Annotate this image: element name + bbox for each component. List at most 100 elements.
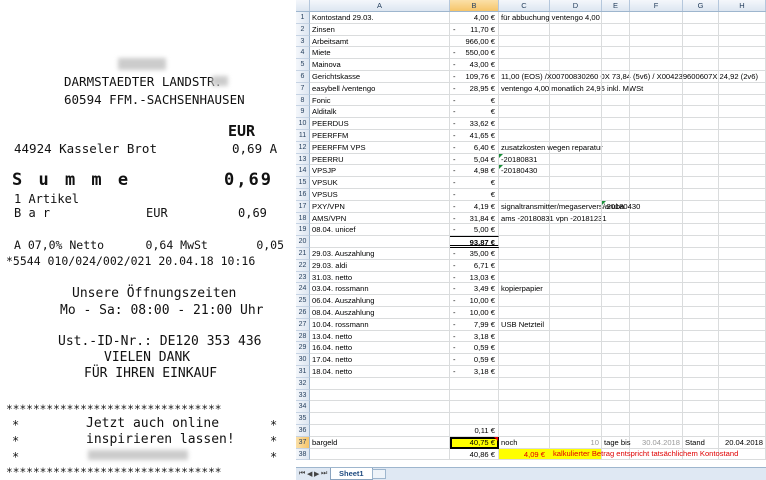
cell-f[interactable] — [630, 12, 683, 24]
cell-g[interactable] — [683, 82, 719, 95]
cell-e[interactable] — [602, 12, 630, 24]
cell-f[interactable] — [630, 425, 683, 437]
cell-g[interactable] — [683, 377, 719, 390]
row-header[interactable]: 15 — [296, 177, 310, 189]
cell-c[interactable] — [499, 342, 550, 355]
cell-b[interactable]: - 6,71 € — [450, 259, 499, 272]
cell-b[interactable]: - 10,00 € — [450, 307, 499, 319]
cell-h[interactable] — [719, 189, 766, 201]
cell-a[interactable]: VPSJP — [310, 165, 450, 178]
cell-b[interactable]: - 28,95 € — [450, 82, 499, 95]
cell-c[interactable]: -20180831 — [499, 153, 550, 166]
cell-c[interactable] — [499, 413, 550, 425]
cell-d[interactable] — [550, 366, 602, 378]
cell-e[interactable]: tage bis — [602, 436, 631, 449]
prev-sheet-icon[interactable]: ◀ — [307, 470, 312, 478]
cell-c[interactable] — [499, 295, 550, 307]
cell-f[interactable] — [630, 283, 683, 296]
cell-h[interactable] — [719, 82, 766, 95]
cell-h[interactable] — [719, 94, 766, 107]
cell-f[interactable] — [630, 177, 683, 189]
cell-e[interactable] — [602, 212, 630, 225]
row-header[interactable]: 17 — [296, 200, 310, 213]
cell-e[interactable] — [602, 165, 630, 178]
cell-d[interactable] — [550, 295, 602, 307]
cell-b[interactable]: - 3,18 € — [450, 366, 499, 378]
cell-f[interactable] — [630, 224, 683, 237]
cell-b[interactable]: - 6,40 € — [450, 141, 499, 154]
cell-h[interactable] — [719, 354, 766, 366]
cell-a[interactable] — [310, 448, 450, 461]
cell-b[interactable]: 966,00 € — [450, 35, 499, 48]
first-sheet-icon[interactable]: ⏮ — [299, 470, 305, 478]
cell-a[interactable]: 03.04. rossmann — [310, 283, 450, 296]
cell-b[interactable]: - € — [450, 94, 499, 107]
cell-g[interactable] — [683, 283, 719, 296]
cell-g[interactable] — [683, 200, 719, 213]
cell-d[interactable] — [550, 118, 602, 130]
last-sheet-icon[interactable]: ⏭ — [321, 470, 327, 478]
cell-h[interactable] — [719, 259, 766, 272]
cell-c[interactable] — [499, 307, 550, 319]
cell-b[interactable]: - 41,65 € — [450, 130, 499, 142]
cell-g[interactable] — [683, 248, 719, 260]
cell-g[interactable] — [683, 401, 719, 414]
cell-c[interactable]: noch — [499, 436, 550, 449]
cell-b[interactable]: - 11,70 € — [450, 23, 499, 36]
cell-b[interactable] — [450, 413, 499, 425]
cell-b[interactable]: - 43,00 € — [450, 59, 499, 71]
cell-c[interactable]: signaltransmitter/megaservers/aruba — [499, 200, 624, 213]
cell-d[interactable] — [550, 47, 602, 60]
cell-h[interactable] — [719, 283, 766, 296]
cell-g[interactable] — [683, 425, 719, 437]
cell-d[interactable] — [550, 318, 602, 331]
cell-f[interactable] — [630, 248, 683, 260]
cell-b[interactable]: - € — [450, 177, 499, 189]
cell-g[interactable] — [683, 236, 719, 248]
cell-h[interactable] — [719, 236, 766, 248]
cell-d[interactable] — [550, 377, 602, 390]
cell-b[interactable]: - € — [450, 106, 499, 119]
column-header-c[interactable]: C — [499, 0, 550, 11]
cell-a[interactable]: 29.03. aldi — [310, 259, 450, 272]
cell-h[interactable] — [719, 106, 766, 119]
cell-e[interactable] — [602, 354, 630, 366]
cell-a[interactable]: Zinsen — [310, 23, 450, 36]
cell-a[interactable]: PEERDUS — [310, 118, 450, 130]
cell-g[interactable] — [683, 224, 719, 237]
cell-c[interactable] — [499, 377, 550, 390]
cell-g[interactable] — [683, 366, 719, 378]
cell-c[interactable] — [499, 236, 550, 248]
cell-b[interactable]: -550,00 € — [450, 47, 499, 60]
column-header-a[interactable]: A — [310, 0, 450, 11]
cell-d[interactable] — [550, 425, 602, 437]
cell-g[interactable] — [683, 413, 719, 425]
cell-f[interactable] — [630, 271, 683, 284]
cell-g[interactable] — [683, 118, 719, 130]
cell-f[interactable]: 30.04.2018 — [630, 436, 683, 449]
cell-h[interactable] — [719, 389, 766, 402]
row-header[interactable]: 3 — [296, 35, 310, 48]
cell-e[interactable] — [602, 377, 630, 390]
cell-h[interactable] — [719, 224, 766, 237]
cell-g[interactable] — [683, 389, 719, 402]
cell-f[interactable] — [630, 401, 683, 414]
column-header-f[interactable]: F — [630, 0, 683, 11]
cell-g[interactable] — [683, 307, 719, 319]
cell-f[interactable] — [630, 165, 683, 178]
cell-a[interactable]: PXY/VPN — [310, 200, 450, 213]
row-header[interactable]: 20 — [296, 236, 310, 248]
cell-c[interactable]: USB Netzteil — [499, 318, 550, 331]
cell-d[interactable] — [550, 35, 602, 48]
cell-e[interactable] — [602, 118, 630, 130]
cell-d[interactable] — [550, 389, 602, 402]
cell-d[interactable] — [550, 106, 602, 119]
cell-b[interactable]: - 33,62 € — [450, 118, 499, 130]
cell-h[interactable] — [719, 401, 766, 414]
cell-e[interactable]: -20180430 — [602, 200, 640, 213]
row-header[interactable]: 31 — [296, 366, 310, 378]
row-header[interactable]: 35 — [296, 413, 310, 425]
cell-b[interactable]: - 5,04 € — [450, 153, 499, 166]
cell-a[interactable]: 13.04. netto — [310, 330, 450, 343]
cell-c[interactable] — [499, 330, 550, 343]
